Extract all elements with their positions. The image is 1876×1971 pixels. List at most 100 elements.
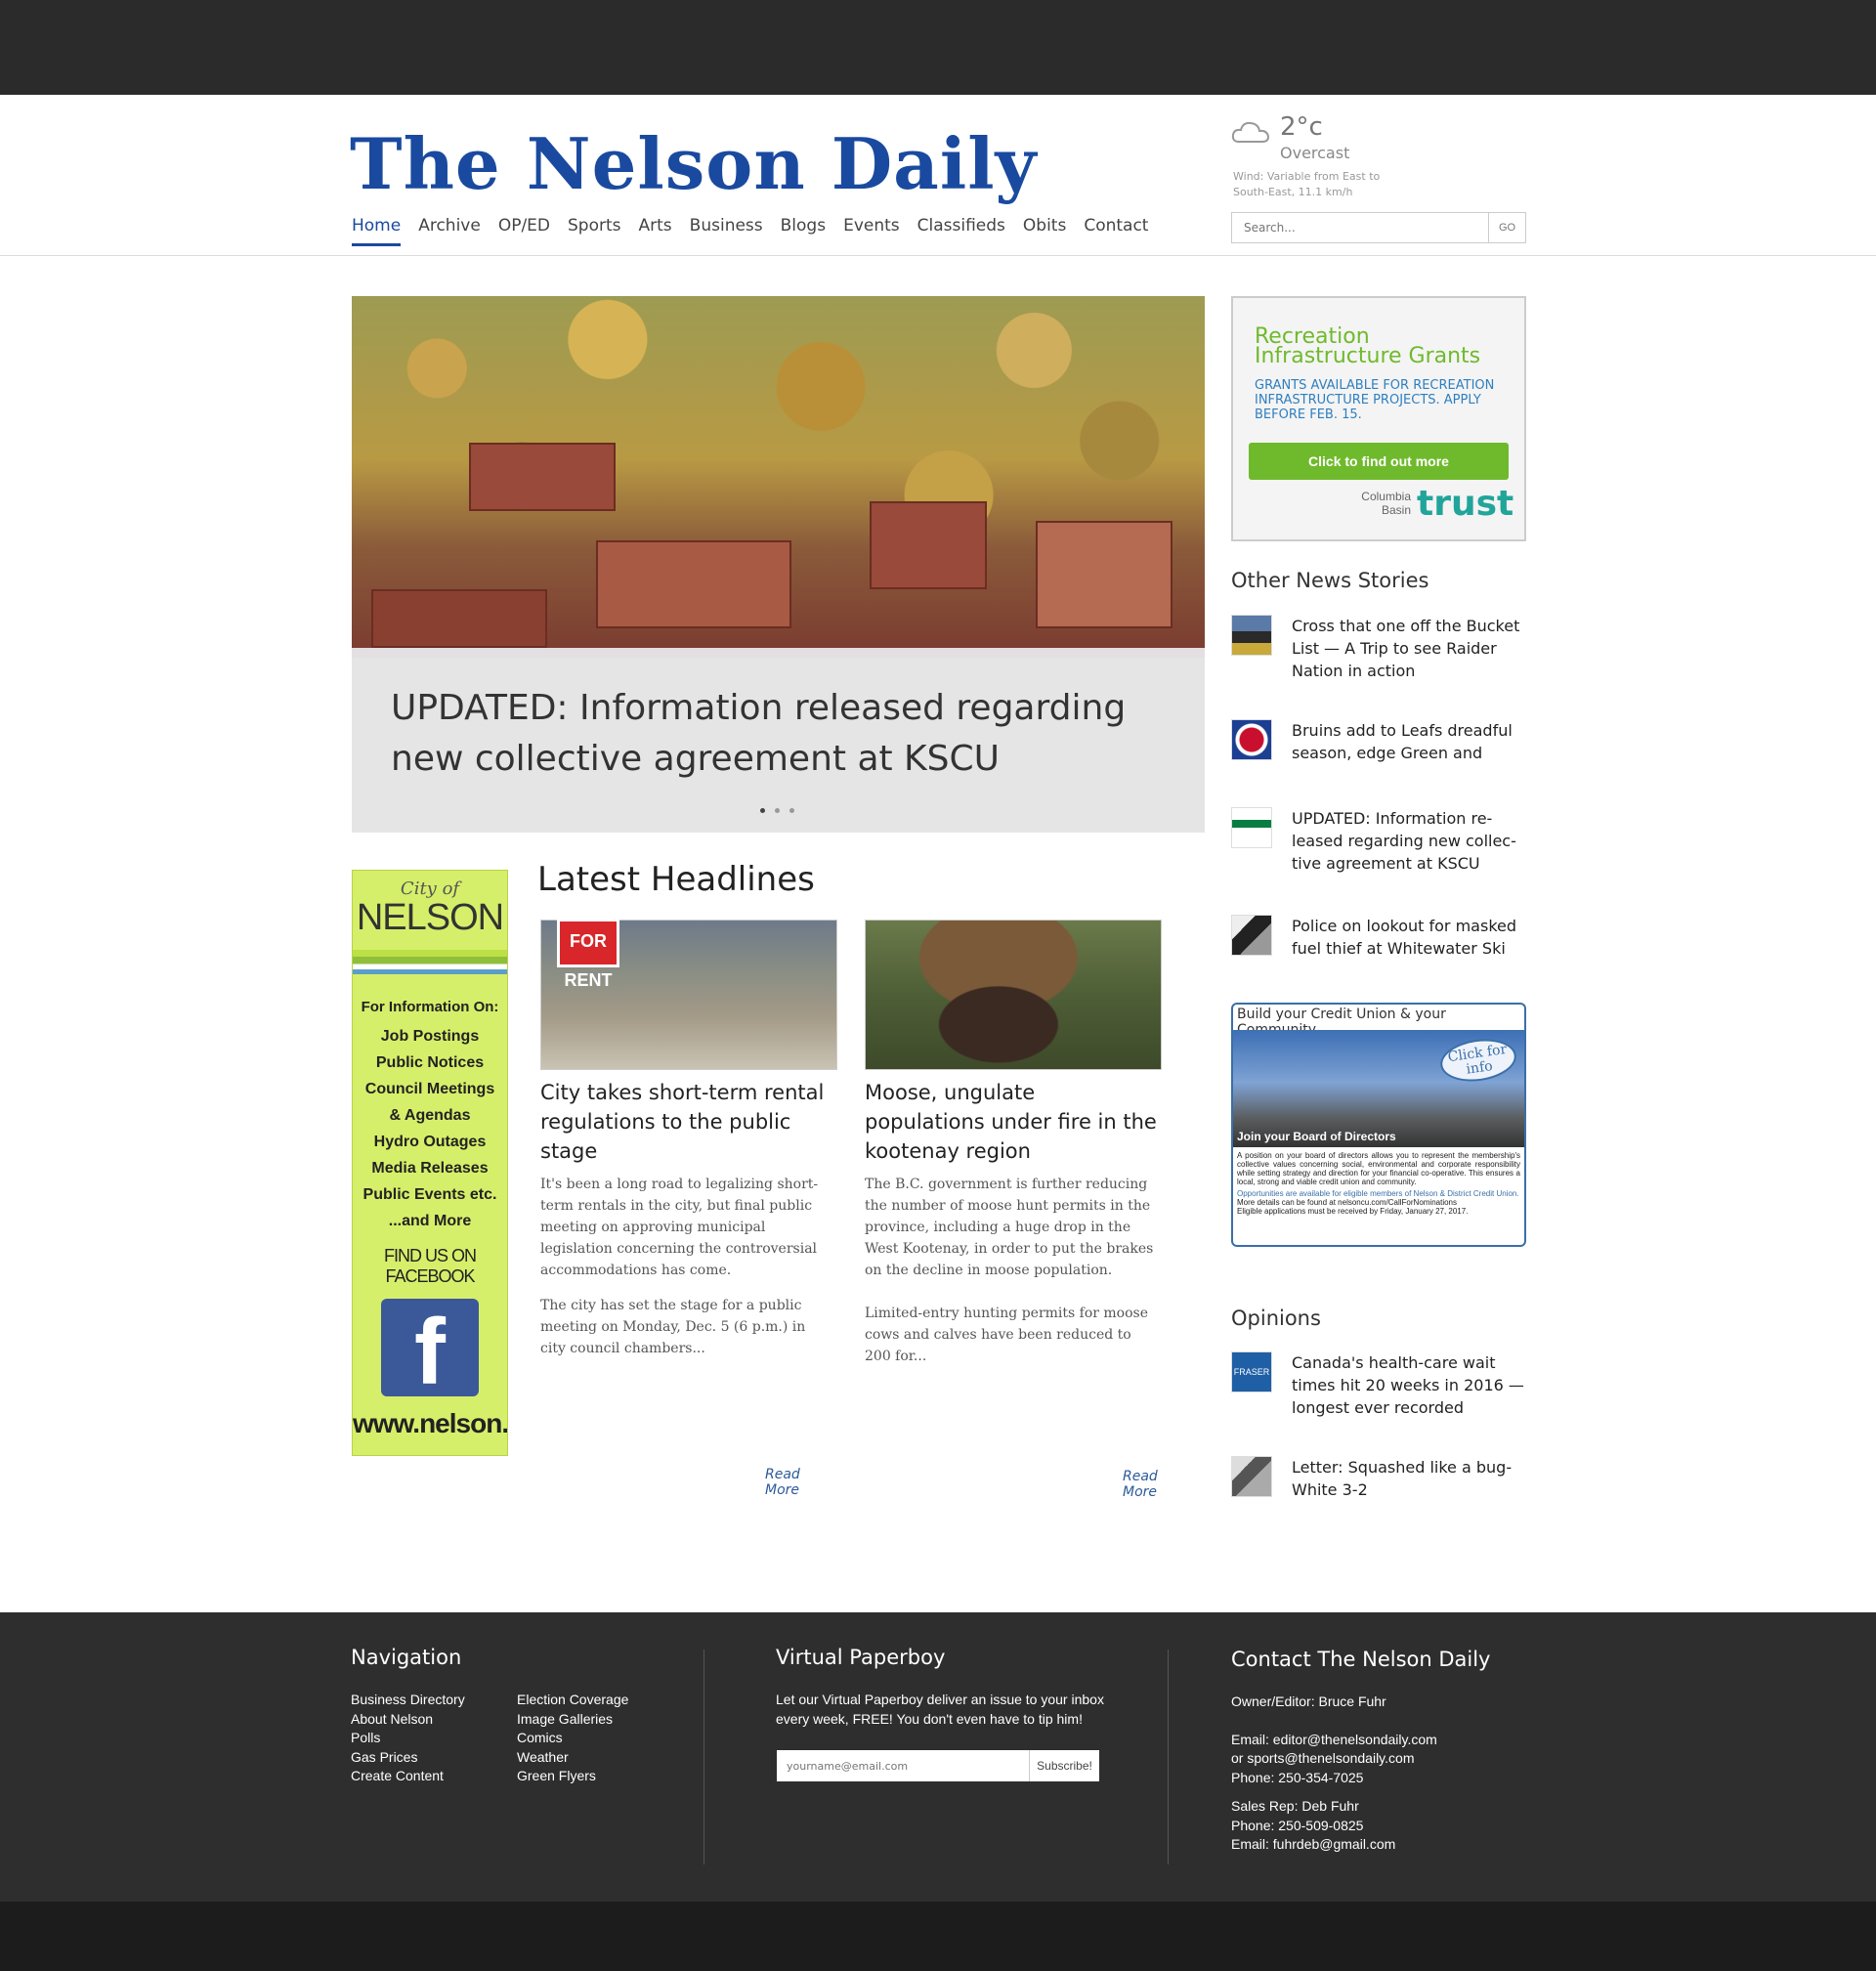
opinion-title[interactable]: Canada's health-care wait times hit 20 w… <box>1292 1351 1526 1419</box>
ad-brand-trust: trust <box>1417 484 1514 524</box>
nav-contact[interactable]: Contact <box>1084 216 1148 246</box>
nav-arts[interactable]: Arts <box>639 216 672 246</box>
footer-paperboy-heading: Virtual Paperboy <box>776 1646 946 1669</box>
other-news-item[interactable]: Bruins add to Leafs dreadful season, edg… <box>1231 719 1526 764</box>
subscribe-form: Subscribe! <box>777 1750 1099 1781</box>
story-title[interactable]: UPDATED: Information re-leased regarding… <box>1292 807 1526 875</box>
weather-condition: Overcast <box>1280 144 1350 162</box>
read-more-link[interactable]: Read More <box>1123 1469 1158 1500</box>
ad-recreation-title: Recreation Infrastructure Grants <box>1255 324 1481 368</box>
ad-cu-note: More details can be found at nelsoncu.co… <box>1237 1198 1458 1207</box>
nav-blogs[interactable]: Blogs <box>781 216 826 246</box>
ad-cu-image: Click for info Join your Board of Direct… <box>1233 1030 1524 1147</box>
nav-classifieds[interactable]: Classifieds <box>917 216 1005 246</box>
subscribe-button[interactable]: Subscribe! <box>1029 1750 1099 1781</box>
hero-slider[interactable]: UPDATED: Information released regarding … <box>352 296 1205 833</box>
footer-link[interactable]: Green Flyers <box>517 1767 628 1786</box>
footer-link[interactable]: About Nelson <box>351 1710 465 1730</box>
credit-union-ad[interactable]: Build your Credit Union & your Community… <box>1231 1003 1526 1247</box>
story-thumbnail <box>1231 615 1272 656</box>
weather-wind: Wind: Variable from East to South-East, … <box>1233 170 1381 198</box>
hero-title[interactable]: UPDATED: Information released regarding … <box>391 683 1172 785</box>
facebook-icon[interactable]: f <box>381 1299 479 1404</box>
nav-sports[interactable]: Sports <box>568 216 621 246</box>
city-of-nelson-ad[interactable]: City of NELSON For Information On: Job P… <box>352 870 508 1456</box>
ad-city-label: City of <box>400 878 460 899</box>
find-out-more-button[interactable]: Click to find out more <box>1249 443 1509 480</box>
other-news-item[interactable]: Cross that one off the Bucket List — A T… <box>1231 615 1526 682</box>
slider-dot[interactable] <box>789 808 794 813</box>
latest-headlines-heading: Latest Headlines <box>537 860 815 899</box>
footer-link[interactable]: Election Coverage <box>517 1691 628 1710</box>
cloud-icon <box>1231 121 1270 143</box>
email-input[interactable] <box>777 1750 1029 1781</box>
story-title[interactable]: Bruins add to Leafs dreadful season, edg… <box>1292 719 1526 764</box>
contact-email[interactable]: Email: fuhrdeb@gmail.com <box>1231 1835 1437 1855</box>
ad-info-item: Job Postings <box>380 1028 480 1045</box>
footer-nav-heading: Navigation <box>351 1646 462 1669</box>
nav-oped[interactable]: OP/ED <box>498 216 550 246</box>
article-title[interactable]: Moose, ungulate populations under fire i… <box>865 1078 1158 1166</box>
story-thumbnail <box>1231 807 1272 848</box>
hero-caption: UPDATED: Information released regarding … <box>352 648 1205 833</box>
ad-info-list: Job Postings Public Notices Council Meet… <box>353 1023 507 1234</box>
footer-link[interactable]: Image Galleries <box>517 1710 628 1730</box>
contact-phone: Phone: 250-509-0825 <box>1231 1817 1364 1833</box>
hero-building <box>469 443 616 511</box>
story-title[interactable]: Cross that one off the Bucket List — A T… <box>1292 615 1526 682</box>
site-logo[interactable]: The Nelson Daily <box>350 122 1037 205</box>
story-title[interactable]: Police on lookout for masked fuel thief … <box>1292 915 1526 960</box>
story-thumbnail <box>1231 719 1272 760</box>
nav-events[interactable]: Events <box>843 216 900 246</box>
nav-obits[interactable]: Obits <box>1023 216 1066 246</box>
article-title[interactable]: City takes short-term rental regulations… <box>540 1078 833 1166</box>
nav-home[interactable]: Home <box>352 216 402 246</box>
slider-dot[interactable] <box>760 808 765 813</box>
ad-info-item: Council Meetings <box>364 1081 495 1097</box>
other-news-heading: Other News Stories <box>1231 569 1429 592</box>
ad-cu-body: A position on your board of directors al… <box>1237 1151 1520 1216</box>
footer-divider <box>1168 1650 1169 1864</box>
contact-email[interactable]: Email: editor@thenelsondaily.com <box>1231 1731 1437 1750</box>
footer-contact-heading: Contact The Nelson Daily <box>1231 1648 1491 1671</box>
nav-business[interactable]: Business <box>690 216 763 246</box>
bottom-bar <box>0 1902 1876 1971</box>
article-excerpt: The B.C. government is further reducing … <box>865 1177 1154 1278</box>
opinion-title[interactable]: Letter: Squashed like a bug-White 3-2 <box>1292 1456 1526 1501</box>
other-news-item[interactable]: Police on lookout for masked fuel thief … <box>1231 915 1526 960</box>
footer-link[interactable]: Weather <box>517 1748 628 1768</box>
slider-dots <box>760 808 794 813</box>
click-for-info-badge[interactable]: Click for info <box>1437 1034 1519 1087</box>
for-rent-sign: FOR RENT <box>557 919 619 990</box>
contact-phone: Phone: 250-354-7025 <box>1231 1769 1364 1785</box>
story-thumbnail <box>1231 1456 1272 1497</box>
footer-link[interactable]: Polls <box>351 1729 465 1748</box>
footer-link[interactable]: Gas Prices <box>351 1748 465 1768</box>
footer-link[interactable]: Business Directory <box>351 1691 465 1710</box>
article-excerpt: The city has set the stage for a public … <box>540 1298 806 1356</box>
footer-link[interactable]: Comics <box>517 1729 628 1748</box>
ad-info-item: ...and More <box>388 1213 472 1229</box>
search-go-button[interactable]: GO <box>1488 213 1525 242</box>
article-image[interactable]: FOR RENT <box>540 919 837 1070</box>
footer-link[interactable]: Create Content <box>351 1767 465 1786</box>
ad-info-item: Public Notices <box>375 1054 485 1071</box>
opinion-item[interactable]: Letter: Squashed like a bug-White 3-2 <box>1231 1456 1526 1501</box>
ad-facebook-label: FIND US ON FACEBOOK <box>383 1246 477 1286</box>
hero-building <box>1036 521 1172 628</box>
nav-archive[interactable]: Archive <box>418 216 481 246</box>
ad-city-url[interactable]: www.nelson.ca <box>353 1408 507 1439</box>
opinion-item[interactable]: FRASER Canada's health-care wait times h… <box>1231 1351 1526 1419</box>
article-image[interactable] <box>865 920 1162 1070</box>
recreation-grants-ad[interactable]: Recreation Infrastructure Grants Grants … <box>1231 296 1526 541</box>
ad-cu-note: Eligible applications must be received b… <box>1237 1207 1469 1216</box>
other-news-item[interactable]: UPDATED: Information re-leased regarding… <box>1231 807 1526 875</box>
slider-dot[interactable] <box>775 808 780 813</box>
read-more-link[interactable]: Read More <box>765 1467 833 1498</box>
ad-recreation-text: Grants available for recreation infrastr… <box>1255 378 1495 422</box>
hero-image <box>352 296 1205 658</box>
top-bar <box>0 0 1876 95</box>
main-nav: Home Archive OP/ED Sports Arts Business … <box>352 216 1148 246</box>
contact-email[interactable]: or sports@thenelsondaily.com <box>1231 1749 1437 1769</box>
search-input[interactable] <box>1232 213 1488 242</box>
